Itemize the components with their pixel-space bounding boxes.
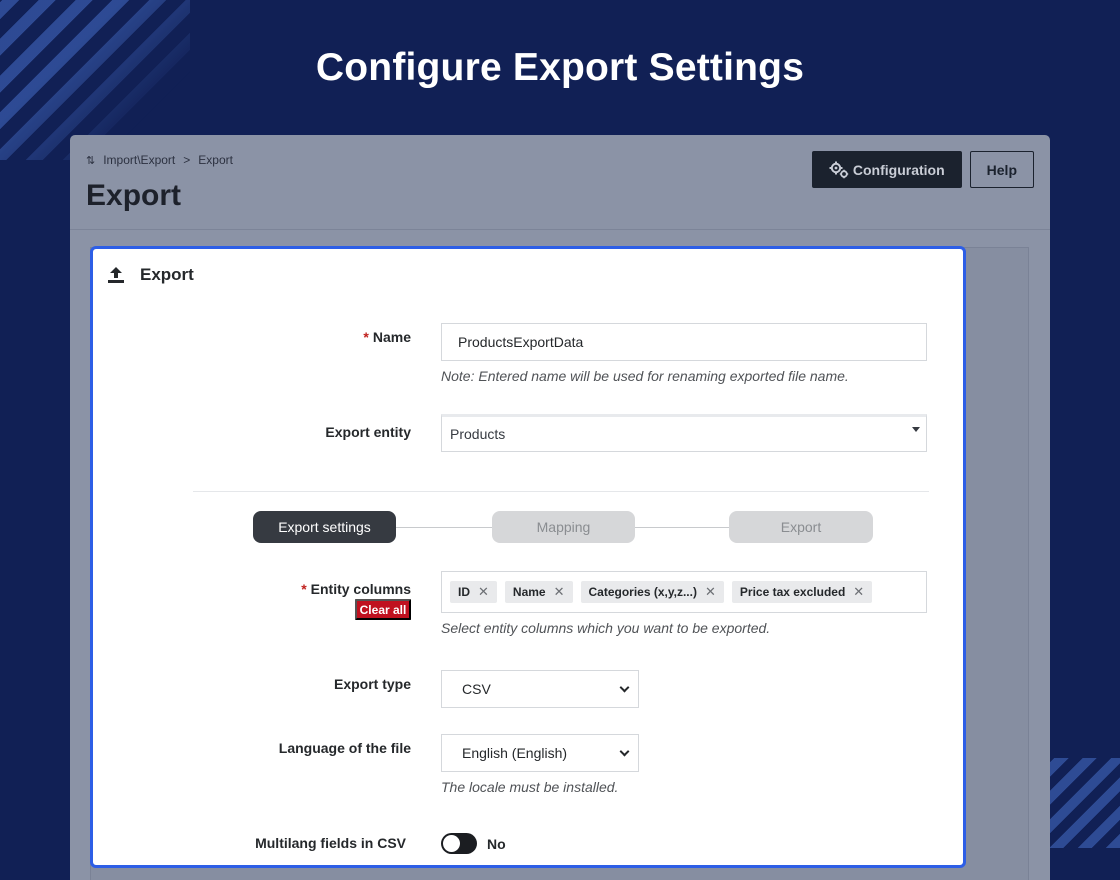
multilang-toggle[interactable] — [441, 833, 477, 854]
name-label: * Name — [111, 329, 411, 345]
step-mapping[interactable]: Mapping — [492, 511, 635, 543]
column-tag: Categories (x,y,z...) ✕ — [580, 581, 724, 603]
configuration-label: Configuration — [852, 161, 945, 178]
entity-columns-help: Select entity columns which you want to … — [441, 620, 771, 636]
panel-header: Export — [106, 265, 194, 285]
export-type-label: Export type — [333, 676, 411, 692]
step-connector — [396, 527, 492, 528]
name-input[interactable]: ProductsExportData — [441, 323, 927, 361]
admin-header: ⇅ Import\Export > Export Export Configur… — [70, 135, 1050, 230]
language-help: The locale must be installed. — [441, 779, 619, 795]
step-connector — [635, 527, 729, 528]
import-export-icon: ⇅ — [86, 154, 96, 167]
toggle-knob — [443, 835, 460, 852]
export-entity-label: Export entity — [325, 424, 411, 440]
chevron-down-icon — [619, 682, 630, 693]
remove-tag-icon[interactable]: ✕ — [554, 584, 565, 600]
required-mark: * — [363, 329, 369, 345]
entity-columns-label: * Entity columns — [111, 581, 411, 597]
breadcrumb-separator: > — [183, 153, 191, 167]
language-select[interactable]: English (English) — [441, 734, 639, 772]
language-value: English (English) — [462, 745, 568, 761]
help-button[interactable]: Help — [969, 151, 1034, 188]
clear-all-button[interactable]: Clear all — [355, 599, 411, 620]
remove-tag-icon[interactable]: ✕ — [705, 584, 716, 600]
upload-icon — [108, 267, 124, 283]
column-tag: ID ✕ — [450, 581, 497, 603]
breadcrumb-current: Export — [198, 153, 233, 167]
breadcrumb-parent[interactable]: Import\Export — [103, 153, 175, 167]
language-label: Language of the file — [278, 740, 411, 756]
breadcrumb: ⇅ Import\Export > Export — [86, 153, 233, 167]
remove-tag-icon[interactable]: ✕ — [853, 584, 864, 600]
export-type-value: CSV — [462, 681, 491, 697]
export-type-select[interactable]: CSV — [441, 670, 639, 708]
multilang-label: Multilang fields in CSV — [255, 835, 406, 851]
decor-stripes-bottom-right — [1040, 758, 1120, 848]
entity-columns-label-text: Entity columns — [310, 581, 411, 597]
column-tag-label: Name — [512, 585, 546, 599]
name-note: Note: Entered name will be used for rena… — [441, 368, 849, 384]
column-tag-label: Price tax excluded — [739, 585, 846, 599]
entity-columns-input[interactable]: ID ✕ Name ✕ Categories (x,y,z...) ✕ Price t… — [441, 571, 927, 613]
panel-title: Export — [140, 265, 194, 284]
required-mark: * — [301, 581, 307, 597]
column-tag: Name ✕ — [504, 581, 573, 603]
name-label-text: Name — [372, 329, 411, 345]
export-panel: Export * Name ProductsExportData Note: En… — [90, 246, 966, 868]
section-divider — [193, 491, 929, 492]
column-tag: Price tax excluded ✕ — [731, 581, 873, 603]
step-export-settings[interactable]: Export settings — [253, 511, 396, 543]
step-export[interactable]: Export — [729, 511, 873, 543]
configuration-button[interactable]: Configuration — [811, 151, 962, 188]
page-title: Export — [86, 179, 182, 212]
gears-icon — [829, 161, 849, 178]
column-tag-label: Categories (x,y,z...) — [588, 585, 697, 599]
hero-title: Configure Export Settings — [315, 46, 805, 89]
export-entity-select[interactable]: Products — [441, 414, 927, 452]
caret-down-icon — [912, 427, 920, 432]
multilang-value: No — [487, 836, 506, 852]
name-input-value: ProductsExportData — [458, 334, 584, 350]
chevron-down-icon — [619, 746, 630, 757]
column-tag-label: ID — [458, 585, 470, 599]
export-entity-value: Products — [450, 426, 506, 442]
remove-tag-icon[interactable]: ✕ — [478, 584, 489, 600]
header-actions: Configuration Help — [811, 151, 1034, 188]
